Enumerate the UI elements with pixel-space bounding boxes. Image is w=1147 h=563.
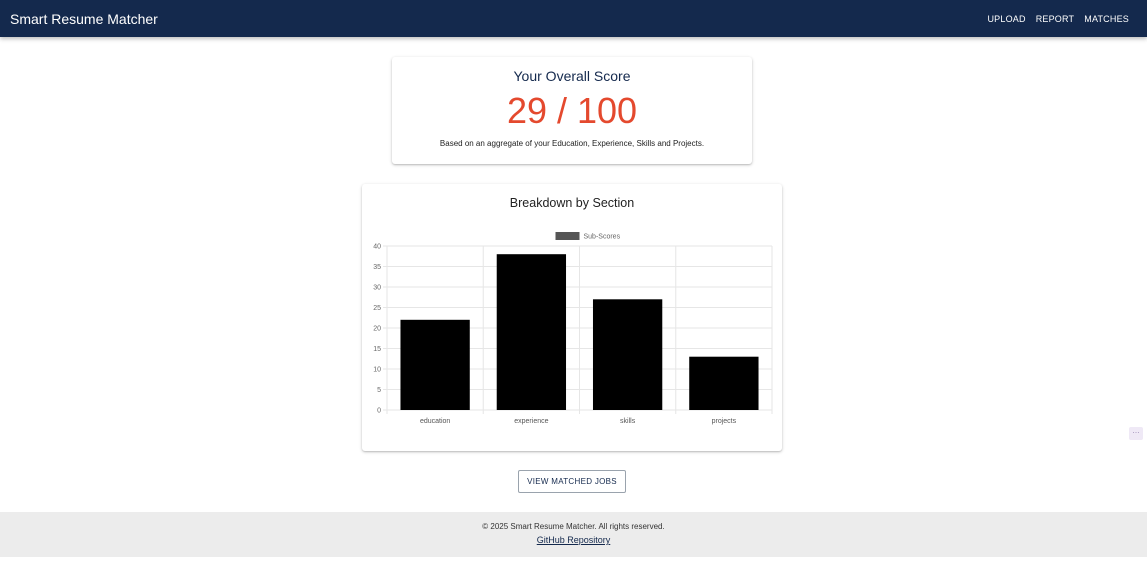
top-nav: UPLOAD REPORT MATCHES: [987, 14, 1129, 24]
sub-scores-chart: 0 5 10 15 20 25 30 35 40 education experience skill…: [373, 232, 773, 425]
bar-skills: [592, 299, 663, 410]
y-tick-label: 0: [377, 408, 381, 415]
footer-link-wrap: GitHub Repository: [0, 535, 1147, 545]
app-title[interactable]: Smart Resume Matcher: [10, 11, 158, 27]
legend-label: Sub-Scores: [584, 234, 621, 241]
y-tick-label: 20: [373, 326, 381, 333]
score-description: Based on an aggregate of your Education,…: [439, 139, 705, 148]
github-repository-link[interactable]: GitHub Repository: [537, 535, 611, 545]
view-matched-jobs-button[interactable]: VIEW MATCHED JOBS: [518, 470, 626, 493]
nav-report[interactable]: REPORT: [1036, 14, 1075, 24]
x-tick-label: education: [420, 418, 450, 425]
x-tick-label: projects: [712, 418, 737, 425]
score-title: Your Overall Score: [513, 68, 631, 84]
x-tick-label: skills: [620, 418, 636, 425]
y-tick-label: 25: [373, 305, 381, 312]
y-tick-label: 35: [373, 264, 381, 271]
breakdown-card: Breakdown by Section 0 5 10 15 20 25 30 35 40 edu…: [362, 184, 782, 451]
bar-experience: [496, 254, 567, 410]
y-tick-label: 40: [373, 244, 381, 251]
y-tick-label: 15: [373, 346, 381, 353]
y-tick-label: 30: [373, 285, 381, 292]
bar-education: [400, 319, 470, 410]
x-tick-label: experience: [514, 418, 548, 425]
footer: © 2025 Smart Resume Matcher. All rights …: [0, 512, 1147, 557]
y-tick-label: 5: [377, 387, 381, 394]
footer-copyright: © 2025 Smart Resume Matcher. All rights …: [482, 522, 665, 531]
app-bar: Smart Resume Matcher UPLOAD REPORT MATCH…: [0, 0, 1147, 37]
nav-matches[interactable]: MATCHES: [1084, 14, 1129, 24]
overall-score-card: Your Overall Score 29 / 100 Based on an …: [392, 57, 752, 164]
bar-projects: [689, 356, 759, 410]
score-value: 29 / 100: [506, 90, 638, 131]
extension-icon[interactable]: ⋯: [1129, 427, 1143, 440]
legend-swatch: [555, 232, 580, 240]
nav-upload[interactable]: UPLOAD: [987, 14, 1025, 24]
y-tick-label: 10: [373, 367, 381, 374]
